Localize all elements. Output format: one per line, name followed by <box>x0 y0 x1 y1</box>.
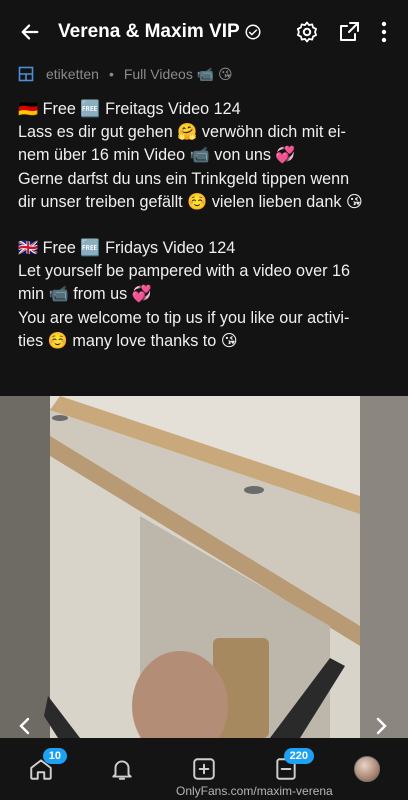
post-line: ties ☺️ many love thanks to 😘 <box>18 331 238 350</box>
post-text: 🇩🇪 Free 🆓 Freitags Video 124 Lass es dir… <box>18 98 390 353</box>
post-line: Let yourself be pampered with a video ov… <box>18 262 351 281</box>
tag-label[interactable]: etiketten <box>46 66 99 82</box>
top-bar: Verena & Maxim VIP <box>0 0 408 64</box>
post-line: Gerne darfst du uns ein Trinkgeld tippen… <box>18 169 350 188</box>
back-button[interactable] <box>10 12 50 52</box>
verified-badge-icon <box>245 24 261 40</box>
tag-row: etiketten • Full Videos 📹 😘 <box>18 64 390 84</box>
home-badge: 10 <box>42 748 68 764</box>
nav-notifications[interactable] <box>94 744 150 794</box>
tag-separator: • <box>108 66 114 82</box>
post-media[interactable] <box>0 396 408 738</box>
chevron-left-icon <box>19 717 30 735</box>
nav-home[interactable]: 10 <box>13 744 69 794</box>
more-button[interactable] <box>370 12 398 52</box>
share-button[interactable] <box>328 12 370 52</box>
add-post-icon <box>193 758 215 780</box>
bell-icon <box>112 760 133 780</box>
post-line: Lass es dir gut gehen 🤗 verwöhn dich mit… <box>18 123 346 142</box>
gear-icon <box>296 21 317 43</box>
avatar <box>354 756 381 782</box>
post-content: etiketten • Full Videos 📹 😘 🇩🇪 Free 🆓 Fr… <box>0 64 408 396</box>
page-title: Verena & Maxim VIP <box>58 21 286 43</box>
media-image <box>0 396 408 738</box>
more-vertical-icon <box>381 21 387 43</box>
post-line: dir unser treiben gefällt ☺️ vielen lieb… <box>18 192 363 211</box>
previous-media-button[interactable] <box>12 712 36 738</box>
back-arrow-icon <box>21 24 39 40</box>
category-link[interactable]: Full Videos 📹 😘 <box>124 66 233 83</box>
post-line: 🇬🇧 Free 🆓 Fridays Video 124 <box>18 239 236 258</box>
next-media-button[interactable] <box>370 712 394 738</box>
settings-button[interactable] <box>286 12 328 52</box>
chevron-right-icon <box>376 717 387 735</box>
nav-profile[interactable] <box>339 744 395 794</box>
watermark: OnlyFans.com/maxim-verena <box>176 784 333 798</box>
post-line: min 📹 from us 💞 <box>18 285 152 304</box>
page-title-text: Verena & Maxim VIP <box>58 21 240 42</box>
post-line: nem über 16 min Video 📹 von uns 💞 <box>18 146 296 165</box>
share-icon <box>340 22 359 41</box>
tag-grid-icon <box>18 66 34 82</box>
messages-badge: 220 <box>283 748 314 764</box>
post-line: You are welcome to tip us if you like ou… <box>18 308 350 327</box>
post-line: 🇩🇪 Free 🆓 Freitags Video 124 <box>18 100 241 118</box>
